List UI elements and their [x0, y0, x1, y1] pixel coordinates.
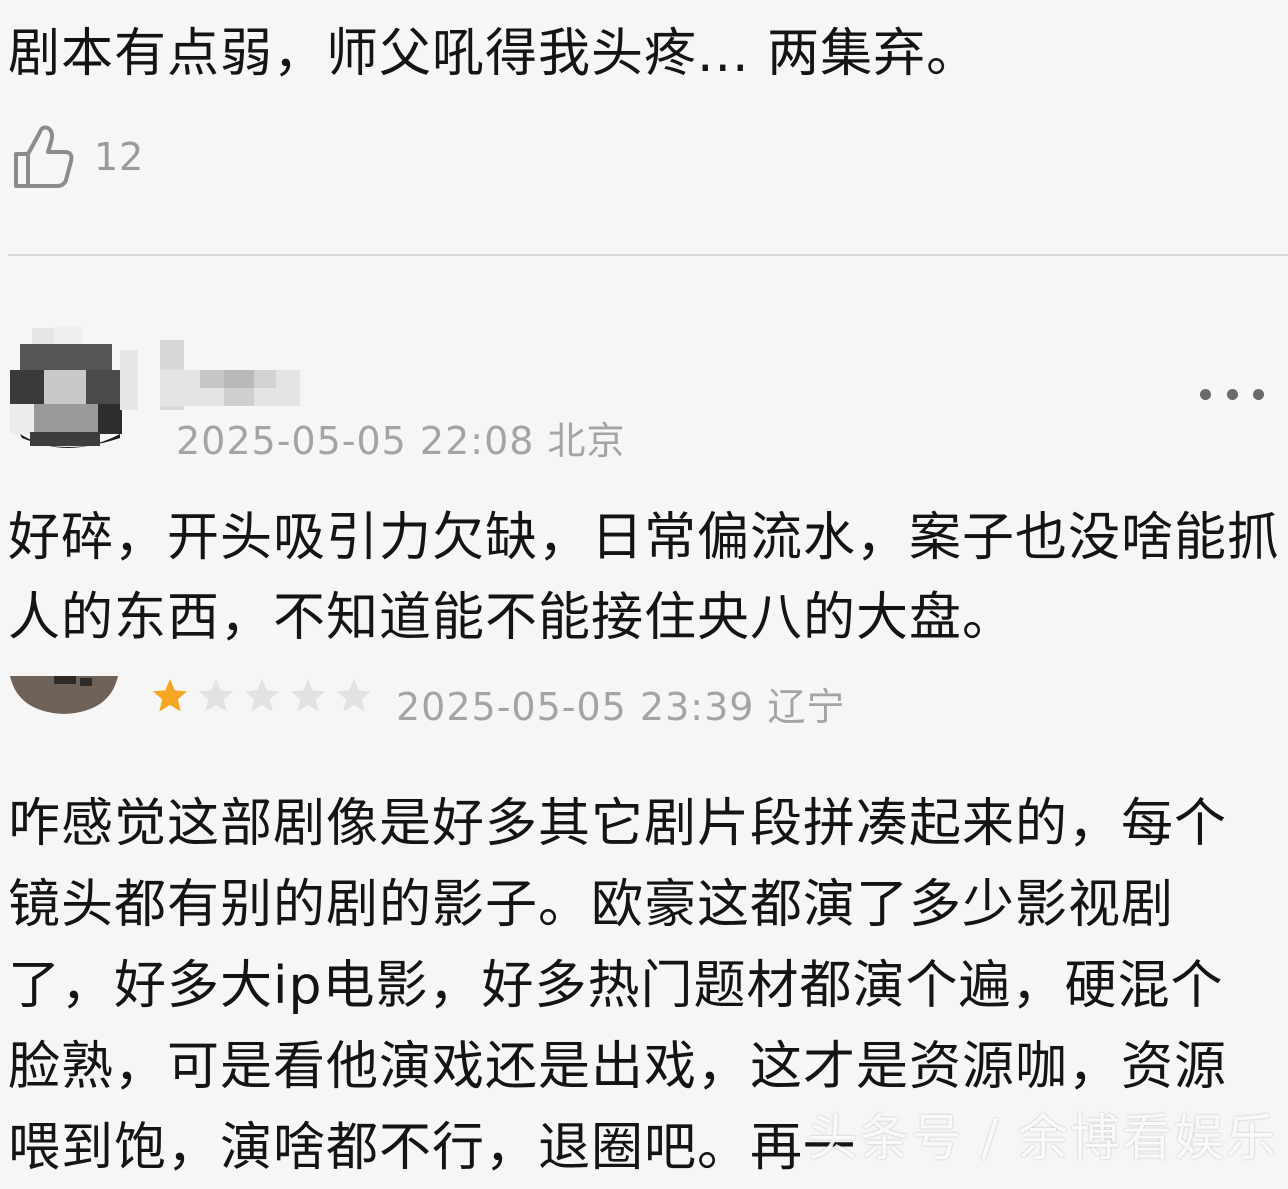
star-icon	[244, 679, 280, 712]
like-button[interactable]: 12	[12, 122, 144, 192]
star-rating	[150, 676, 374, 722]
comment-3-timestamp: 2025-05-05 23:39 辽宁	[396, 685, 846, 729]
star-icon	[290, 679, 326, 712]
star-icon	[336, 679, 372, 712]
avatar[interactable]	[10, 676, 118, 716]
username-blurred	[120, 340, 300, 410]
star-icon	[198, 679, 234, 712]
comment-divider	[8, 254, 1288, 256]
more-dots-icon[interactable]	[1200, 384, 1264, 404]
avatar[interactable]	[10, 326, 122, 450]
comment-1-text: 剧本有点弱，师父吼得我头疼... 两集弃。	[8, 24, 980, 84]
star-icon	[152, 679, 188, 712]
comment-2-timestamp: 2025-05-05 22:08 北京	[176, 419, 626, 463]
like-count: 12	[94, 135, 145, 179]
thumbs-up-icon	[14, 125, 74, 188]
comment-2-text: 好碎，开头吸引力欠缺，日常偏流水，案子也没啥能抓人的东西，不知道能不能接住央八的…	[8, 508, 1281, 648]
watermark: 头条号 / 余博看娱乐	[807, 1109, 1278, 1167]
